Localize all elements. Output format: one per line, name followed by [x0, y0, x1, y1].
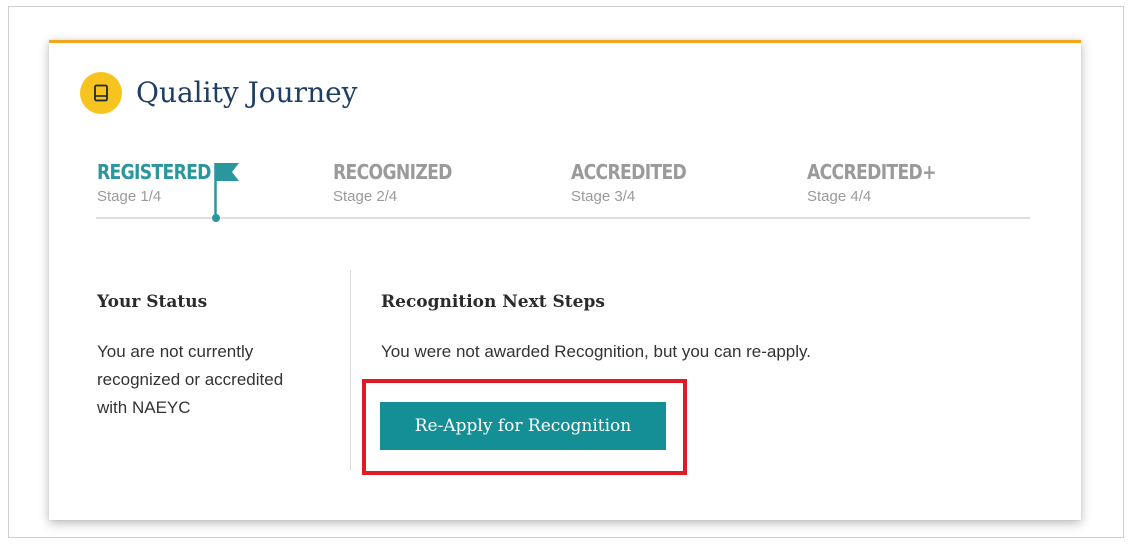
- stage-accredited-plus-sub: Stage 4/4: [807, 188, 872, 205]
- stage-registered-sub: Stage 1/4: [97, 188, 162, 205]
- stage-registered-label: REGISTERED: [97, 160, 211, 184]
- page-title: Quality Journey: [136, 76, 358, 109]
- flag-icon: [214, 163, 240, 221]
- stage-accredited-sub: Stage 3/4: [571, 188, 636, 205]
- stage-progress-marker: [212, 214, 220, 222]
- stage-recognized-label: RECOGNIZED: [333, 160, 452, 184]
- stage-progress-track: [96, 217, 1030, 219]
- next-steps-heading: Recognition Next Steps: [381, 292, 605, 312]
- stage-accredited-label: ACCREDITED: [571, 160, 687, 184]
- book-icon: [80, 72, 122, 114]
- status-text: You are not currently recognized or accr…: [97, 342, 284, 417]
- status-heading: Your Status: [97, 292, 208, 312]
- next-steps-text: You were not awarded Recognition, but yo…: [381, 342, 811, 361]
- stage-accredited-plus-label: ACCREDITED+: [807, 160, 937, 184]
- reapply-for-recognition-button[interactable]: Re-Apply for Recognition: [380, 402, 666, 450]
- column-divider: [350, 270, 351, 470]
- stage-recognized-sub: Stage 2/4: [333, 188, 398, 205]
